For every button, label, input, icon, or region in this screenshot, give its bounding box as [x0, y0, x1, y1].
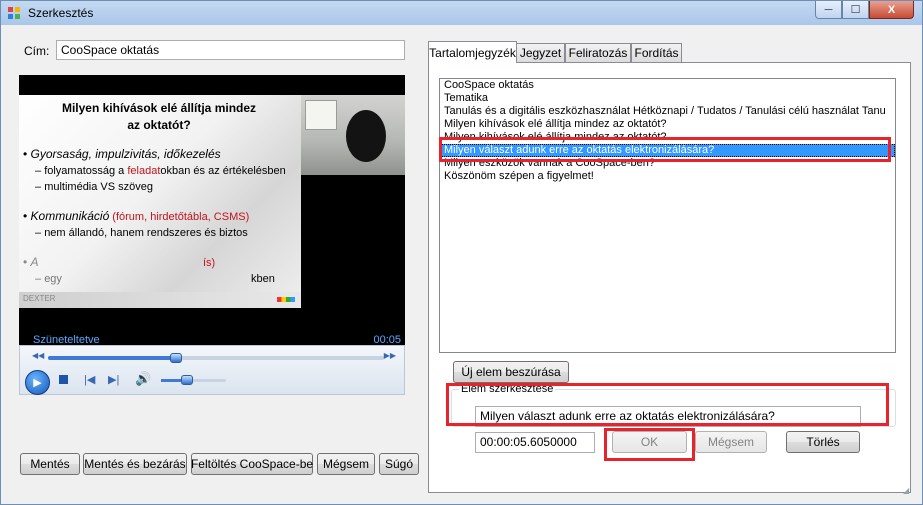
- seek-bar[interactable]: [48, 353, 384, 363]
- editor-window: Szerkesztés ─ ☐ X Cím: CooSpace oktatás …: [0, 0, 923, 505]
- highlight-ok-button: [604, 428, 695, 461]
- help-button[interactable]: Súgó: [379, 453, 419, 475]
- tab-feliratozas[interactable]: Feliratozás: [565, 43, 631, 62]
- rewind-icon[interactable]: ◀◀: [32, 351, 44, 360]
- title-input[interactable]: CooSpace oktatás: [56, 40, 405, 60]
- slide-footer-text: DEXTER: [23, 294, 56, 303]
- upload-coospace-button[interactable]: Feltöltés CooSpace-be: [191, 453, 313, 475]
- delete-button[interactable]: Törlés: [786, 431, 860, 453]
- title-label: Cím:: [24, 44, 50, 58]
- play-icon: ▶: [33, 377, 42, 389]
- tab-jegyzet[interactable]: Jegyzet: [516, 43, 565, 62]
- slide-sub-2a: – nem állandó, hanem rendszeres és bizto…: [35, 227, 248, 239]
- item-time-input[interactable]: 00:00:05.6050000: [475, 432, 595, 453]
- close-icon: X: [887, 3, 896, 16]
- previous-icon[interactable]: |◀: [84, 373, 95, 386]
- slide-logo-strip: [277, 297, 295, 302]
- stop-icon[interactable]: [59, 375, 68, 384]
- webcam-person: [346, 110, 386, 162]
- slide-heading: Milyen kihívások elé állítja mindez az ok…: [49, 100, 269, 134]
- slide-sub-3a: – egy: [35, 273, 62, 285]
- video-status: Szüneteltetve: [33, 334, 100, 345]
- toc-list-item[interactable]: Köszönöm szépen a figyelmet!: [440, 170, 895, 183]
- webcam-overlay: [301, 95, 405, 175]
- toc-list-item[interactable]: Tematika: [440, 92, 895, 105]
- volume-icon[interactable]: 🔊: [135, 371, 151, 387]
- video-area[interactable]: Milyen kihívások elé állítja mindez az ok…: [19, 75, 405, 345]
- minimize-button[interactable]: ─: [815, 1, 842, 19]
- save-and-close-button[interactable]: Mentés és bezárás: [83, 453, 187, 475]
- seek-bar-fill: [48, 356, 176, 360]
- title-bar: Szerkesztés ─ ☐ X: [1, 1, 922, 25]
- video-time: 00:05: [373, 334, 401, 345]
- maximize-button[interactable]: ☐: [842, 1, 869, 19]
- slide-sub-3a-tail: kben: [251, 273, 275, 285]
- slide-bullet-2: • Kommunikáció (fórum, hirdetőtábla, CSM…: [23, 209, 250, 223]
- slide-heading-line2: az oktatót?: [127, 118, 191, 132]
- minimize-icon: ─: [824, 3, 833, 16]
- close-button[interactable]: X: [869, 1, 914, 19]
- media-player-controls: ◀◀ ▶▶ ▶ |◀ ▶| 🔊: [19, 345, 405, 395]
- insert-new-item-button[interactable]: Új elem beszúrása: [453, 361, 569, 383]
- seek-handle[interactable]: [169, 353, 182, 363]
- app-icon: [8, 7, 20, 19]
- toc-list[interactable]: CooSpace oktatás Tematika Tanulás és a dig…: [439, 78, 896, 353]
- slide-sub-1a: – folyamatosság a feladatokban és az ért…: [35, 165, 286, 177]
- webcam-window-bg: [305, 100, 337, 130]
- slide-bullet-3-tail: ís): [203, 257, 216, 269]
- volume-handle[interactable]: [181, 375, 193, 385]
- slide-footer-bar: DEXTER: [19, 292, 301, 308]
- slide-frame: Milyen kihívások elé állítja mindez az ok…: [19, 95, 301, 308]
- toc-list-item[interactable]: Tanulás és a digitális eszközhasználat H…: [440, 105, 895, 118]
- volume-slider[interactable]: [161, 375, 226, 385]
- tab-forditas[interactable]: Fordítás: [631, 43, 682, 62]
- slide-bullet-1: • Gyorsaság, impulzivitás, időkezelés: [23, 147, 221, 161]
- window-title: Szerkesztés: [28, 6, 94, 20]
- slide-sub-1b: – multimédia VS szöveg: [35, 181, 154, 193]
- cancel-button[interactable]: Mégsem: [317, 453, 375, 475]
- save-button[interactable]: Mentés: [20, 453, 80, 475]
- resize-grip-icon[interactable]: ◢: [903, 486, 913, 496]
- fast-forward-icon[interactable]: ▶▶: [384, 351, 396, 360]
- play-button[interactable]: ▶: [25, 370, 50, 395]
- toc-list-item[interactable]: CooSpace oktatás: [440, 79, 895, 92]
- highlight-selected-item: [439, 137, 891, 162]
- client-area: Cím: CooSpace oktatás Milyen kihívások e…: [8, 25, 916, 499]
- slide-bullet-3: • A: [23, 255, 39, 269]
- maximize-icon: ☐: [850, 4, 861, 16]
- tab-tartalomjegyzek[interactable]: Tartalomjegyzék: [428, 41, 517, 63]
- slide-heading-line1: Milyen kihívások elé állítja mindez: [61, 101, 257, 115]
- edit-cancel-button[interactable]: Mégsem: [695, 431, 767, 453]
- toc-list-item[interactable]: Milyen kihívások elé állítja mindez az o…: [440, 118, 895, 131]
- highlight-edit-group: [446, 383, 889, 426]
- next-icon[interactable]: ▶|: [108, 373, 119, 386]
